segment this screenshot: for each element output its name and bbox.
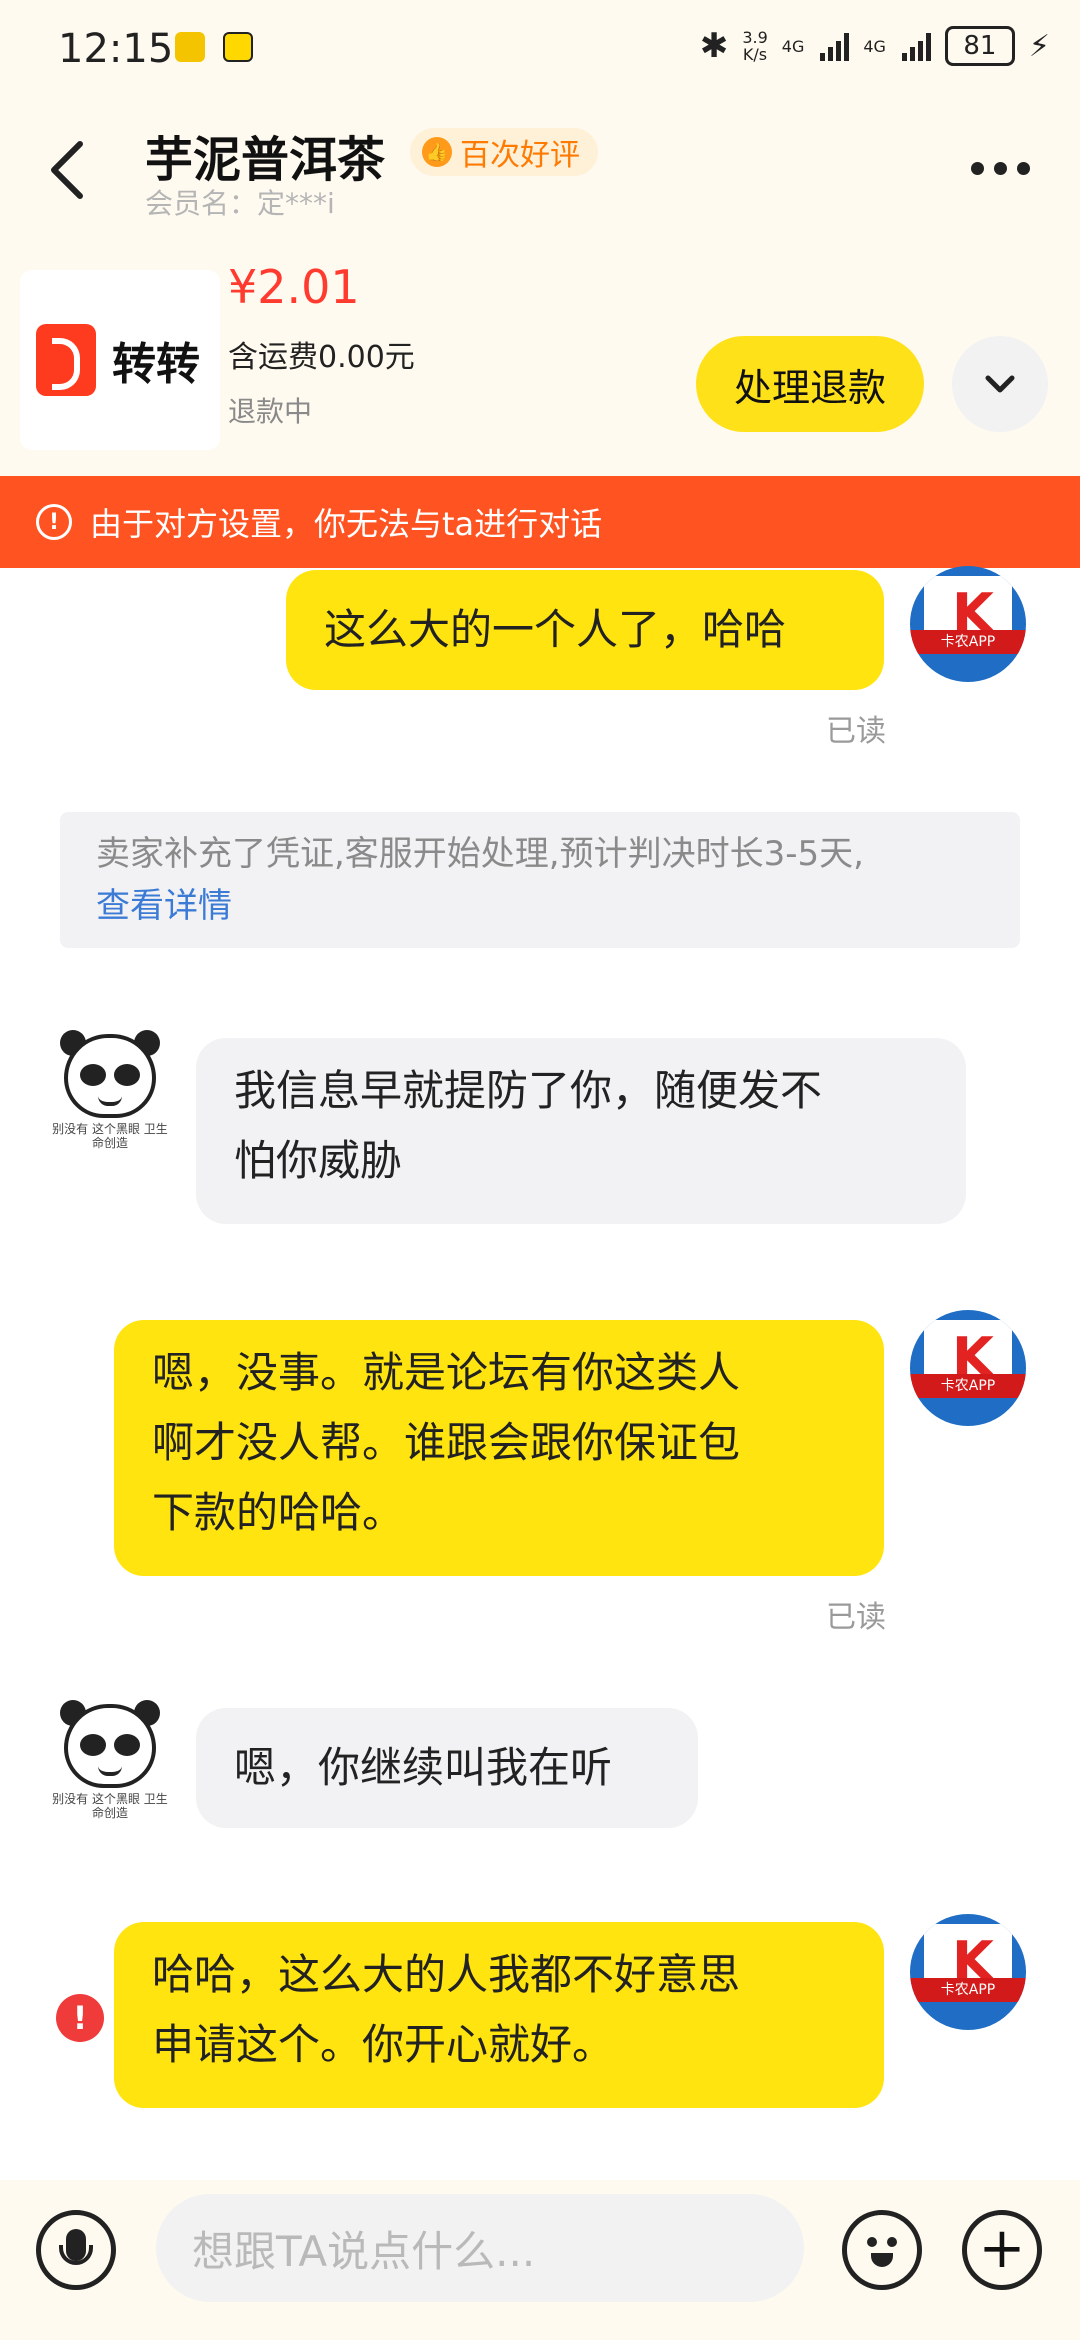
message-text: 嗯，你继续叫我在听 xyxy=(234,1743,613,1792)
battery-icon: 81 xyxy=(944,26,1015,66)
info-icon: ! xyxy=(36,504,72,540)
signal-icon xyxy=(820,31,850,61)
send-failed-icon[interactable]: ! xyxy=(56,1994,104,2042)
received-message[interactable]: 嗯，你继续叫我在听 xyxy=(196,1708,698,1828)
thumbs-up-icon: 👍 xyxy=(422,137,452,167)
product-thumbnail[interactable]: 转转 xyxy=(20,270,220,450)
charging-icon: ⚡ xyxy=(1028,28,1050,64)
emoji-icon[interactable] xyxy=(842,2210,922,2290)
voice-input-icon[interactable] xyxy=(36,2210,116,2290)
sent-message[interactable]: 哈哈，这么大的人我都不好意思 申请这个。你开心就好。 xyxy=(114,1922,884,2108)
more-options-icon[interactable] xyxy=(971,162,1030,175)
product-logo-text: 转转 xyxy=(112,339,200,390)
handle-refund-button[interactable]: 处理退款 xyxy=(696,336,924,432)
network-type-label: 4G xyxy=(863,36,886,56)
sent-message[interactable]: 这么大的一个人了，哈哈 xyxy=(286,570,884,690)
expand-button[interactable] xyxy=(952,336,1048,432)
app-notification-icon xyxy=(223,32,253,62)
status-indicators: ✱ 3.9 K/s 4G 4G 81 ⚡ xyxy=(700,26,1050,66)
rating-badge-label: 百次好评 xyxy=(460,138,580,173)
status-time: 12:15 xyxy=(58,26,174,72)
message-text: 怕你威胁 xyxy=(234,1136,403,1185)
seller-avatar[interactable]: 别没有 这个黑眼 卫生命创造 xyxy=(50,1700,170,1820)
message-text: 嗯，没事。就是论坛有你这类人 xyxy=(152,1348,741,1397)
back-arrow-icon[interactable] xyxy=(48,140,88,200)
more-actions-plus-icon[interactable]: + xyxy=(962,2210,1042,2290)
my-avatar[interactable]: K 卡农APP xyxy=(910,566,1026,682)
network-speed-value: 3.9 xyxy=(742,28,768,47)
network-speed: 3.9 K/s xyxy=(742,29,767,63)
rating-badge: 👍 百次好评 xyxy=(410,128,598,176)
product-price: ¥2.01 xyxy=(228,260,360,314)
my-avatar[interactable]: K 卡农APP xyxy=(910,1310,1026,1426)
restriction-banner: ! 由于对方设置，你无法与ta进行对话 xyxy=(0,476,1080,568)
shipping-fee: 含运费0.00元 xyxy=(228,340,415,375)
notification-icons xyxy=(175,32,253,62)
read-receipt: 已读 xyxy=(826,1600,886,1635)
seller-avatar[interactable]: 别没有 这个黑眼 卫生命创造 xyxy=(50,1030,170,1150)
view-details-link[interactable]: 查看详情 xyxy=(96,880,984,932)
message-text: 申请这个。你开心就好。 xyxy=(152,2020,615,2069)
zhuanzhuan-logo-icon xyxy=(36,324,96,396)
received-message[interactable]: 我信息早就提防了你，随便发不 怕你威胁 xyxy=(196,1038,966,1224)
chevron-down-icon xyxy=(985,375,1015,393)
avatar-label: 卡农APP xyxy=(910,630,1026,654)
banner-text: 由于对方设置，你无法与ta进行对话 xyxy=(90,505,603,543)
chat-title: 芋泥普洱茶 xyxy=(145,132,386,188)
read-receipt: 已读 xyxy=(826,714,886,749)
my-avatar[interactable]: K 卡农APP xyxy=(910,1914,1026,2030)
message-text: 啊才没人帮。谁跟会跟你保证包 xyxy=(152,1418,741,1467)
message-input[interactable]: 想跟TA说点什么... xyxy=(156,2194,804,2302)
network-speed-unit: K/s xyxy=(742,45,768,64)
network-type-label: 4G xyxy=(781,36,805,56)
message-text: 这么大的一个人了，哈哈 xyxy=(324,605,787,654)
input-bar: 想跟TA说点什么... + xyxy=(0,2180,1080,2340)
message-text: 我信息早就提防了你，随便发不 xyxy=(234,1066,823,1115)
app-notification-icon xyxy=(175,32,205,62)
avatar-label: 卡农APP xyxy=(910,1374,1026,1398)
system-notice: 卖家补充了凭证,客服开始处理,预计判决时长3-5天, 查看详情 xyxy=(60,812,1020,948)
system-notice-text: 卖家补充了凭证,客服开始处理,预计判决时长3-5天, xyxy=(96,834,864,874)
status-bar: 12:15 ✱ 3.9 K/s 4G 4G 81 ⚡ xyxy=(0,0,1080,100)
message-text: 下款的哈哈。 xyxy=(152,1488,405,1537)
avatar-label: 卡农APP xyxy=(910,1978,1026,2002)
member-name: 会员名：定***i xyxy=(145,187,335,220)
message-text: 哈哈，这么大的人我都不好意思 xyxy=(152,1950,741,1999)
signal-icon xyxy=(901,31,931,61)
bluetooth-icon: ✱ xyxy=(699,26,729,66)
order-status: 退款中 xyxy=(228,395,313,428)
sent-message[interactable]: 嗯，没事。就是论坛有你这类人 啊才没人帮。谁跟会跟你保证包 下款的哈哈。 xyxy=(114,1320,884,1576)
avatar-caption: 别没有 这个黑眼 卫生命创造 xyxy=(52,1792,168,1820)
avatar-caption: 别没有 这个黑眼 卫生命创造 xyxy=(52,1122,168,1150)
